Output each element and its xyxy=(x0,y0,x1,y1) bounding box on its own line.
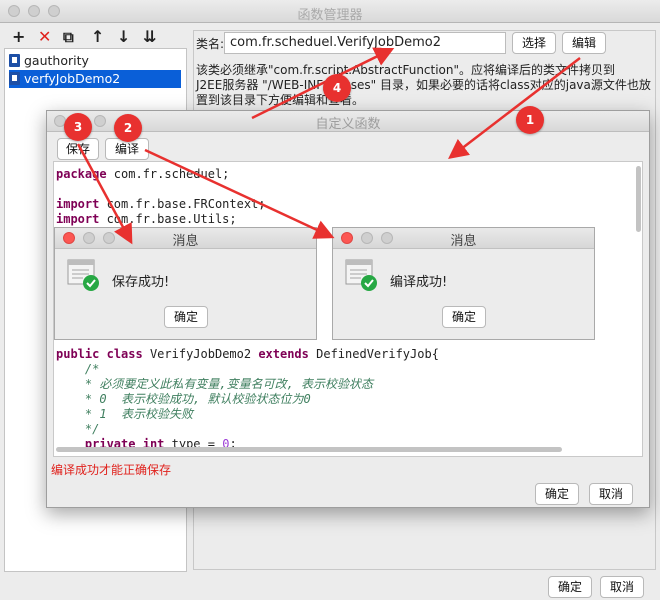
callout-4: 4 xyxy=(323,74,351,102)
arrow-4 xyxy=(251,47,395,120)
arrow-1 xyxy=(448,57,581,160)
arrow-3 xyxy=(76,143,133,245)
callout-1: 1 xyxy=(516,106,544,134)
arrow-2 xyxy=(144,148,335,239)
callout-2: 2 xyxy=(114,114,142,142)
callout-3: 3 xyxy=(64,113,92,141)
